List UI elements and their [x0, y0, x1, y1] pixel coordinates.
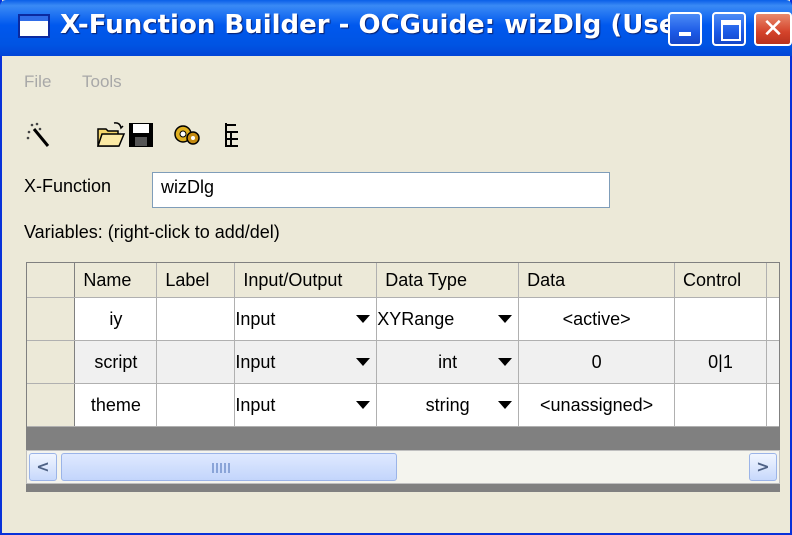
- column-header-label[interactable]: Label: [156, 263, 236, 298]
- cell-control[interactable]: [674, 383, 767, 427]
- cell-label[interactable]: [156, 340, 236, 384]
- maximize-icon: [721, 20, 741, 41]
- cell-name[interactable]: script: [74, 340, 158, 384]
- table-row[interactable]: iy Input XYRange <active>: [27, 297, 779, 341]
- cell-data-type-value: XYRange: [377, 308, 455, 329]
- scrollbar-thumb[interactable]: [61, 453, 397, 481]
- cell-input-output[interactable]: Input: [234, 383, 378, 427]
- horizontal-scrollbar[interactable]: < >: [26, 450, 780, 484]
- cell-input-output-value: Input: [235, 394, 276, 415]
- maximize-button[interactable]: [712, 12, 746, 46]
- minimize-icon: [679, 32, 691, 36]
- dropdown-arrow-icon[interactable]: [356, 358, 371, 366]
- dropdown-arrow-icon[interactable]: [498, 358, 513, 366]
- column-header-input-output[interactable]: Input/Output: [234, 263, 378, 298]
- cell-data-type[interactable]: int: [376, 340, 520, 384]
- cell-data-type-value: string: [425, 394, 470, 415]
- scroll-right-button[interactable]: >: [749, 453, 777, 481]
- compile-icon[interactable]: [172, 120, 202, 150]
- cell-data[interactable]: <unassigned>: [518, 383, 676, 427]
- close-icon: ✕: [762, 14, 784, 44]
- scrollbar-grip-icon: [212, 463, 230, 473]
- table-corner[interactable]: [27, 263, 76, 298]
- column-header-control[interactable]: Control: [674, 263, 767, 298]
- toolbar: [2, 110, 790, 158]
- cell-label[interactable]: [156, 297, 236, 341]
- cell-data-type-value: int: [438, 351, 458, 372]
- cell-control[interactable]: [674, 297, 767, 341]
- row-header[interactable]: [27, 340, 76, 384]
- cell-input-output[interactable]: Input: [234, 340, 378, 384]
- menu-file[interactable]: File: [24, 72, 51, 92]
- variables-table: Name Label Input/Output Data Type Data C…: [27, 263, 779, 427]
- table-row[interactable]: script Input int 0 0|1: [27, 340, 779, 384]
- cell-input-output-value: Input: [235, 351, 276, 372]
- x-function-builder-window: X-Function Builder - OCGuide: wizDlg (Us…: [0, 0, 792, 535]
- title-bar[interactable]: X-Function Builder - OCGuide: wizDlg (Us…: [0, 0, 792, 56]
- variables-label: Variables: (right-click to add/del): [24, 222, 280, 242]
- cell-input-output-value: Input: [235, 308, 276, 329]
- dropdown-arrow-icon[interactable]: [356, 401, 371, 409]
- cell-input-output[interactable]: Input: [234, 297, 378, 341]
- window-icon: [18, 14, 50, 38]
- cell-label[interactable]: [156, 383, 236, 427]
- row-header[interactable]: [27, 383, 76, 427]
- cell-filler: [766, 297, 779, 341]
- scroll-left-button[interactable]: <: [29, 453, 57, 481]
- cell-filler: [766, 340, 779, 384]
- table-row[interactable]: theme Input string <unassigned>: [27, 383, 779, 427]
- column-header-data-type[interactable]: Data Type: [376, 263, 520, 298]
- dropdown-arrow-icon[interactable]: [356, 315, 371, 323]
- xfunction-name-field[interactable]: wizDlg: [152, 172, 610, 208]
- table-header-row: Name Label Input/Output Data Type Data C…: [27, 263, 779, 298]
- cell-name[interactable]: theme: [74, 383, 158, 427]
- cell-control[interactable]: 0|1: [674, 340, 767, 384]
- cell-filler: [766, 383, 779, 427]
- cell-data[interactable]: 0: [518, 340, 676, 384]
- row-header[interactable]: [27, 297, 76, 341]
- wizard-icon[interactable]: [24, 120, 54, 150]
- tree-view-icon[interactable]: [220, 120, 250, 150]
- column-header-filler: [766, 263, 779, 298]
- minimize-button[interactable]: [668, 12, 702, 46]
- column-header-name[interactable]: Name: [74, 263, 158, 298]
- dropdown-arrow-icon[interactable]: [498, 401, 513, 409]
- column-header-data[interactable]: Data: [518, 263, 676, 298]
- dropdown-arrow-icon[interactable]: [498, 315, 513, 323]
- cell-data-type[interactable]: XYRange: [376, 297, 520, 341]
- save-icon[interactable]: [126, 120, 156, 150]
- menu-tools[interactable]: Tools: [82, 72, 122, 92]
- cell-data[interactable]: <active>: [518, 297, 676, 341]
- cell-data-type[interactable]: string: [376, 383, 520, 427]
- menu-bar: File Tools: [2, 58, 790, 102]
- open-folder-icon[interactable]: [96, 120, 126, 150]
- cell-name[interactable]: iy: [74, 297, 158, 341]
- window-title: X-Function Builder - OCGuide: wizDlg (Us…: [60, 10, 702, 40]
- xfunction-label: X-Function: [24, 176, 112, 196]
- close-button[interactable]: ✕: [754, 12, 792, 46]
